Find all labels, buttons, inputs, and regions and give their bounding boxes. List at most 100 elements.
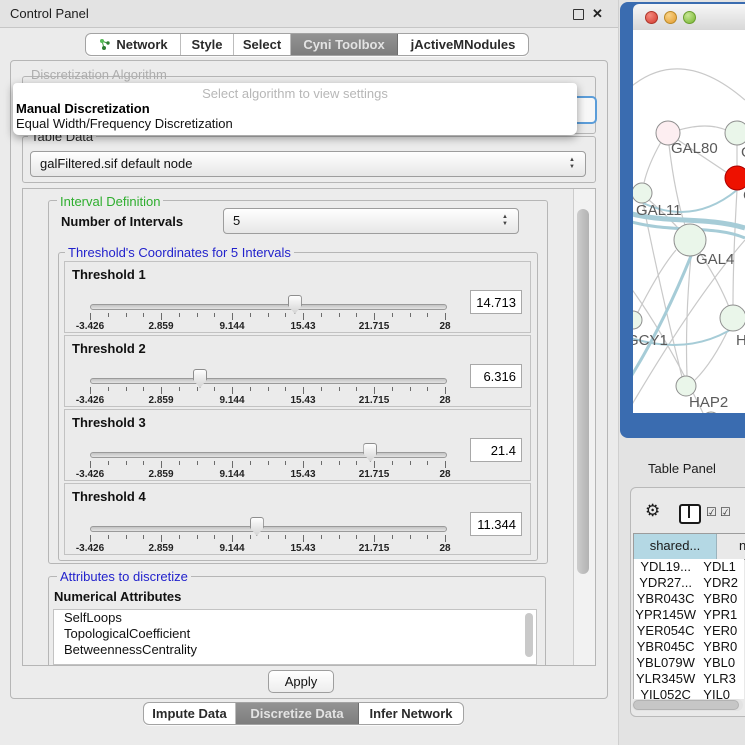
slider-tick: [410, 387, 411, 391]
table-row[interactable]: YER054CYER0: [634, 623, 744, 639]
slider-tick: [321, 313, 322, 317]
table-row[interactable]: YIL052CYIL0: [634, 687, 744, 699]
tab-network[interactable]: Network: [86, 34, 181, 55]
network-node[interactable]: [720, 305, 745, 331]
table-cell[interactable]: YBL0: [697, 655, 744, 671]
threshold-value-field[interactable]: 21.4: [470, 438, 522, 462]
checkbox-icon[interactable]: ☑: [720, 505, 731, 519]
table-cell[interactable]: YBR045C: [634, 639, 697, 655]
list-scrollbar-thumb[interactable]: [525, 613, 533, 657]
network-canvas[interactable]: GAL80GCGAL11GAL4GCY1HHAP2: [633, 30, 745, 413]
slider-tick: [410, 313, 411, 317]
checkbox-icon[interactable]: ☑: [706, 505, 717, 519]
network-node[interactable]: [633, 311, 642, 329]
table-cell[interactable]: YPR145W: [634, 607, 697, 623]
network-window-titlebar[interactable]: [633, 4, 745, 31]
table-row[interactable]: YLR345WYLR3: [634, 671, 744, 687]
scrollbar-thumb[interactable]: [577, 209, 589, 574]
table-row[interactable]: YPR145WYPR1: [634, 607, 744, 623]
threshold-value-field[interactable]: 6.316: [470, 364, 522, 388]
table-cell[interactable]: YBR043C: [634, 591, 697, 607]
network-node-label: GAL4: [696, 251, 734, 268]
slider-tick: [108, 461, 109, 465]
threshold-value-field[interactable]: 14.713: [470, 290, 522, 314]
threshold-slider-thumb[interactable]: [288, 295, 302, 314]
threshold-slider-thumb[interactable]: [363, 443, 377, 462]
number-of-intervals-spinner[interactable]: 5 ▲▼: [223, 208, 519, 234]
close-icon[interactable]: ✕: [592, 5, 603, 22]
table-panel-title: Table Panel: [648, 461, 716, 476]
network-node[interactable]: [725, 121, 745, 145]
attribute-item[interactable]: TopologicalCoefficient: [54, 626, 536, 642]
table-row[interactable]: YBR045CYBR0: [634, 639, 744, 655]
slider-scale-label: 9.144: [212, 469, 252, 480]
threshold-label: Threshold 2: [72, 341, 146, 356]
attributes-group-label: Attributes to discretize: [57, 569, 191, 584]
table-row[interactable]: YBR043CYBR0: [634, 591, 744, 607]
control-panel-titlebar: Control Panel ✕: [0, 0, 618, 28]
table-cell[interactable]: YER054C: [634, 623, 697, 639]
minimize-traffic-light[interactable]: [664, 11, 677, 24]
slider-tick: [214, 387, 215, 391]
table-cell[interactable]: YIL052C: [634, 687, 697, 699]
table-cell[interactable]: YBR0: [697, 591, 744, 607]
table-cell[interactable]: YLR345W: [634, 671, 697, 687]
table-cell[interactable]: YIL0: [697, 687, 744, 699]
slider-tick: [90, 313, 91, 320]
table-cell[interactable]: YDL19...: [634, 559, 697, 575]
table-row[interactable]: YDL19...YDL1: [634, 559, 744, 575]
tab-impute-data[interactable]: Impute Data: [144, 703, 236, 724]
network-node-label: GCY1: [633, 332, 668, 349]
tab-jactivemnodules[interactable]: jActiveMNodules: [398, 34, 528, 55]
network-node[interactable]: [702, 412, 720, 413]
slider-scale-label: 21.715: [354, 543, 394, 554]
threshold-slider-track[interactable]: [90, 526, 447, 532]
horizontal-scrollbar[interactable]: [632, 699, 743, 711]
table-row[interactable]: YBL079WYBL0: [634, 655, 744, 671]
table-rows: YDL19...YDL1YDR27...YDR2YBR043CYBR0YPR14…: [633, 559, 744, 699]
number-of-intervals-value: 5: [233, 209, 518, 233]
table-cell[interactable]: YPR1: [697, 607, 744, 623]
zoom-traffic-light[interactable]: [683, 11, 696, 24]
threshold-slider-track[interactable]: [90, 452, 447, 458]
attribute-item[interactable]: BetweennessCentrality: [54, 642, 536, 658]
table-cell[interactable]: YBR0: [697, 639, 744, 655]
dropdown-option-equal-width[interactable]: Equal Width/Frequency Discretization: [16, 116, 233, 131]
table-cell[interactable]: YDL1: [697, 559, 744, 575]
horizontal-scrollbar-thumb[interactable]: [633, 700, 739, 710]
column-header-shared-name[interactable]: shared...: [633, 534, 717, 559]
threshold-value-field[interactable]: 11.344: [470, 512, 522, 536]
tab-style[interactable]: Style: [181, 34, 234, 55]
tab-infer-network-label: Infer Network: [369, 706, 452, 721]
table-row[interactable]: YDR27...YDR2: [634, 575, 744, 591]
threshold-slider-track[interactable]: [90, 378, 447, 384]
tab-discretize-data[interactable]: Discretize Data: [236, 703, 359, 724]
network-node[interactable]: [725, 166, 745, 190]
dropdown-option-manual[interactable]: Manual Discretization: [16, 101, 150, 116]
attribute-item[interactable]: SelfLoops: [54, 610, 536, 626]
gear-icon[interactable]: ⚙: [645, 501, 660, 521]
network-node[interactable]: [676, 376, 696, 396]
table-cell[interactable]: YDR2: [697, 575, 744, 591]
threshold-slider-track[interactable]: [90, 304, 447, 310]
threshold-slider-thumb[interactable]: [250, 517, 264, 536]
table-cell[interactable]: YDR27...: [634, 575, 697, 591]
threshold-slider-thumb[interactable]: [193, 369, 207, 388]
tab-cyni-toolbox[interactable]: Cyni Toolbox: [291, 34, 398, 55]
network-node[interactable]: [633, 183, 652, 203]
column-header-name[interactable]: na: [717, 534, 745, 559]
table-cell[interactable]: YBL079W: [634, 655, 697, 671]
network-canvas-svg: GAL80GCGAL11GAL4GCY1HHAP2: [633, 30, 745, 413]
apply-button[interactable]: Apply: [268, 670, 334, 693]
table-cell[interactable]: YLR3: [697, 671, 744, 687]
slider-tick: [427, 461, 428, 465]
split-columns-icon[interactable]: [679, 504, 701, 524]
float-window-icon[interactable]: [573, 9, 584, 20]
window-title: Control Panel: [10, 0, 89, 27]
tab-select[interactable]: Select: [234, 34, 291, 55]
tab-infer-network[interactable]: Infer Network: [359, 703, 463, 724]
threshold-label: Threshold 4: [72, 489, 146, 504]
close-traffic-light[interactable]: [645, 11, 658, 24]
table-data-combobox[interactable]: galFiltered.sif default node ▲▼: [30, 151, 586, 177]
table-cell[interactable]: YER0: [697, 623, 744, 639]
